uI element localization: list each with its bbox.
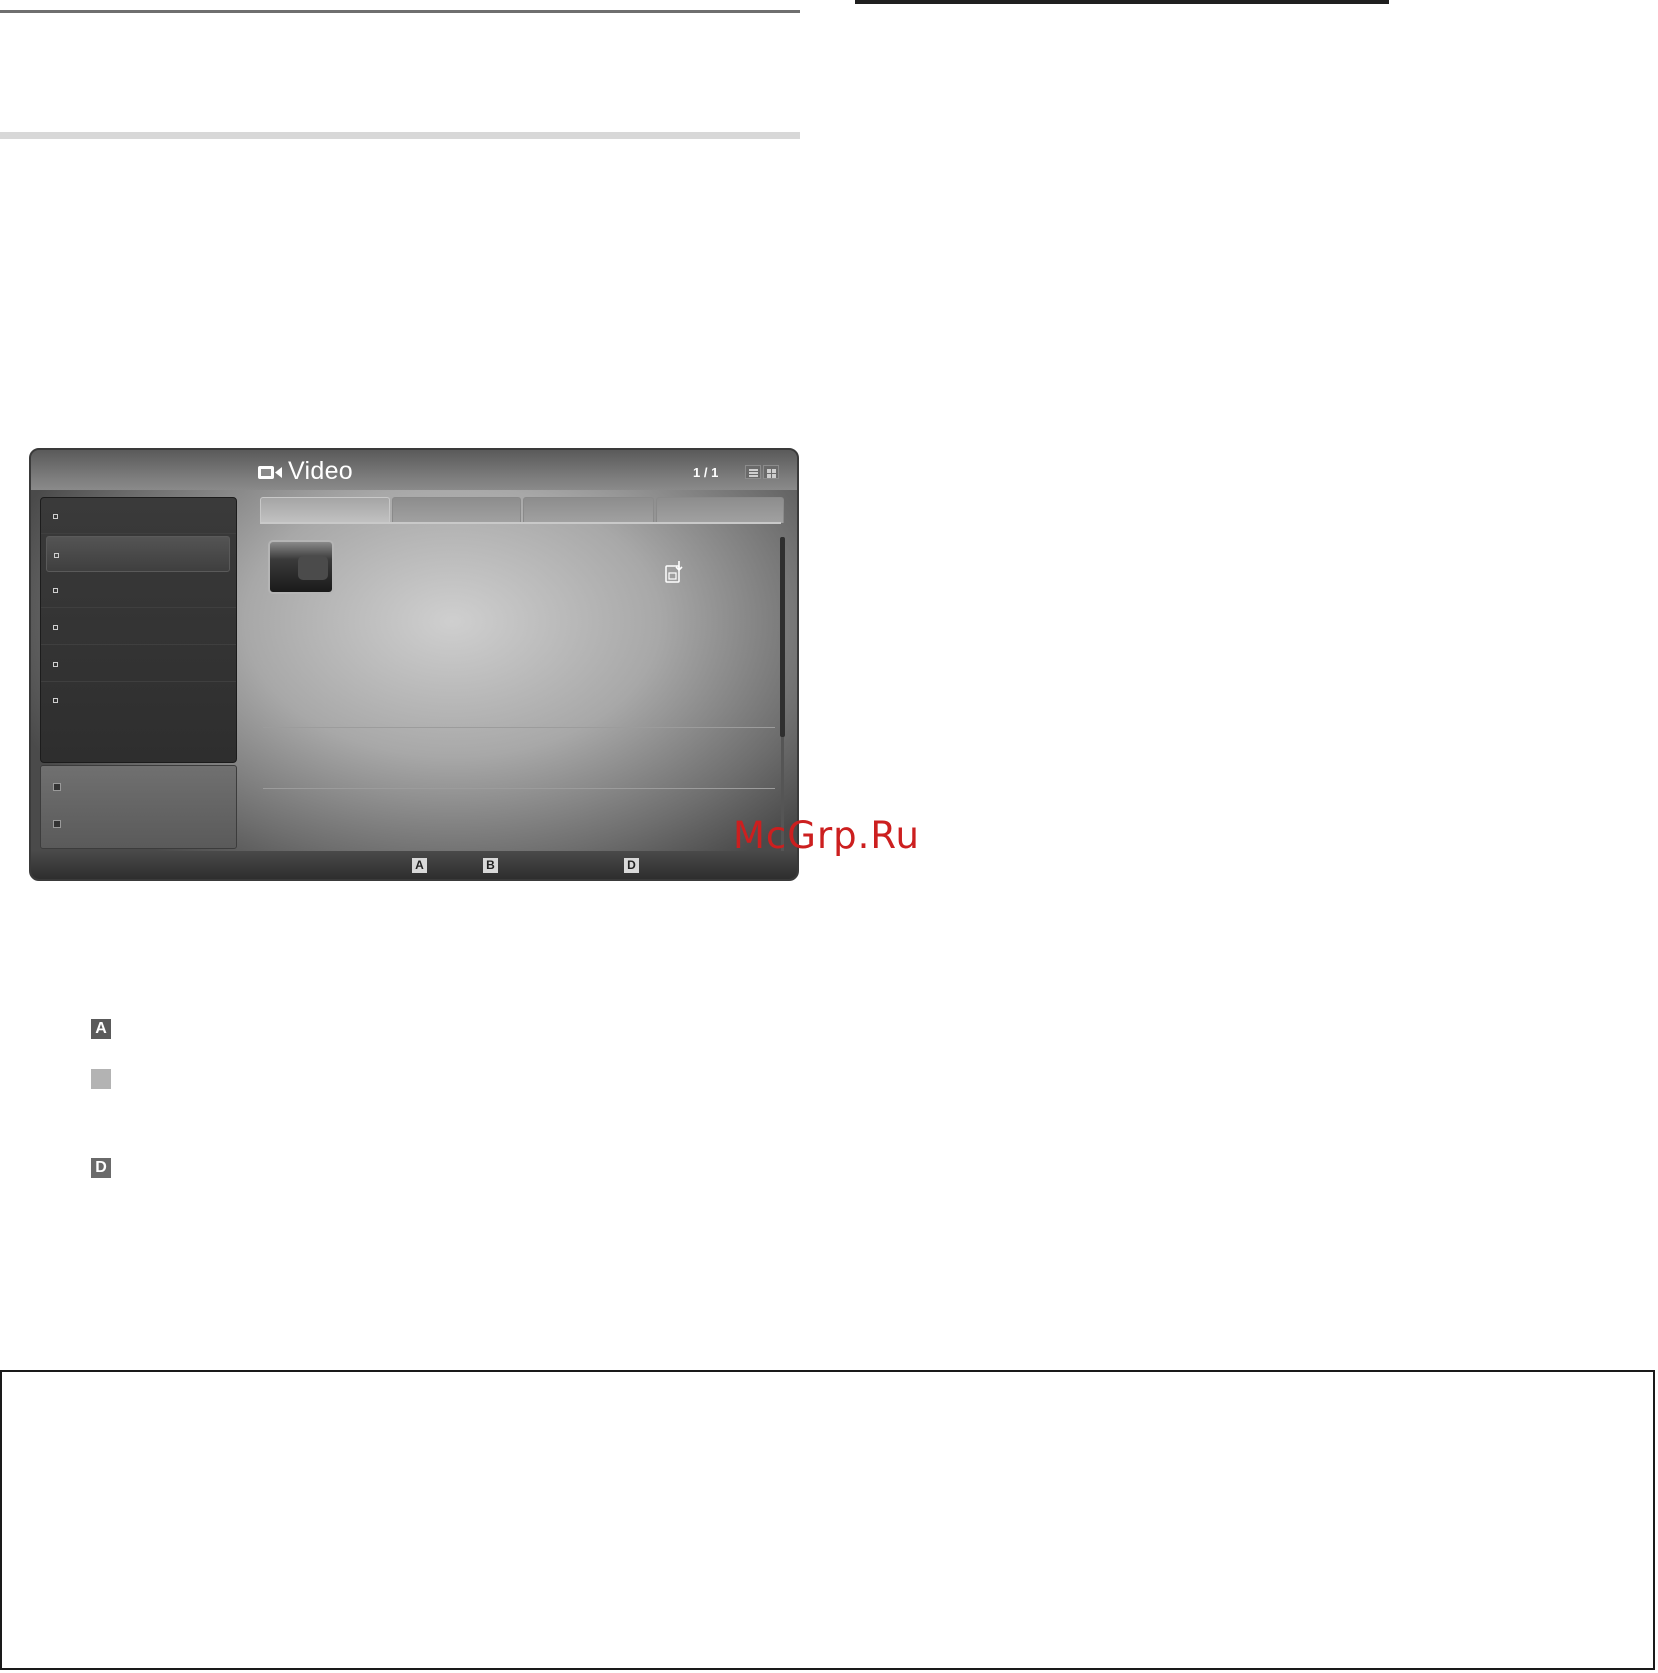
device-list (40, 765, 237, 849)
top-left-gray-band (0, 132, 800, 139)
screen-header (31, 450, 797, 490)
top-left-rule (0, 10, 800, 13)
scrollbar-thumb[interactable] (780, 537, 785, 737)
grid-view-button[interactable] (763, 465, 779, 479)
footer-key-a[interactable]: A (412, 858, 427, 873)
bullet-icon (53, 588, 58, 593)
top-right-rule (855, 0, 1389, 4)
tab-1[interactable] (260, 497, 390, 523)
sidebar-item-5[interactable] (41, 646, 236, 682)
legend-key-d: D (91, 1158, 111, 1178)
sidebar-item-1[interactable] (41, 498, 236, 534)
file-save-icon (665, 561, 683, 583)
screen-title: Video (288, 457, 353, 485)
list-view-button[interactable] (745, 465, 761, 479)
legend-key-b (91, 1069, 111, 1089)
folder-thumbnail[interactable] (268, 540, 334, 594)
device-item-2[interactable] (41, 805, 236, 841)
footer-key-d[interactable]: D (624, 858, 639, 873)
note-box (0, 1370, 1655, 1670)
device-item-1[interactable] (41, 768, 236, 804)
sidebar-item-6[interactable] (41, 682, 236, 718)
bullet-icon (53, 698, 58, 703)
tab-3[interactable] (523, 497, 654, 523)
page-counter: 1 / 1 (693, 465, 719, 480)
device-icon (53, 783, 61, 791)
footer-key-b[interactable]: B (483, 858, 498, 873)
bullet-icon (54, 553, 59, 558)
tab-underline (260, 522, 781, 524)
content-divider (263, 788, 775, 789)
bullet-icon (53, 625, 58, 630)
device-icon (53, 820, 61, 828)
sidebar-item-3[interactable] (41, 572, 236, 608)
legend-key-a: A (91, 1019, 111, 1039)
category-sidebar (40, 497, 237, 763)
folder-icon (298, 556, 328, 580)
watermark: McGrp.Ru (733, 814, 920, 857)
bullet-icon (53, 514, 58, 519)
sidebar-item-4[interactable] (41, 609, 236, 645)
tab-2[interactable] (392, 497, 521, 523)
tab-4[interactable] (656, 497, 784, 523)
content-divider (263, 727, 775, 728)
sidebar-item-2-selected[interactable] (46, 536, 230, 572)
bullet-icon (53, 662, 58, 667)
video-camera-icon (258, 466, 282, 479)
tv-video-screen: Video 1 / 1 A B D (29, 448, 799, 881)
